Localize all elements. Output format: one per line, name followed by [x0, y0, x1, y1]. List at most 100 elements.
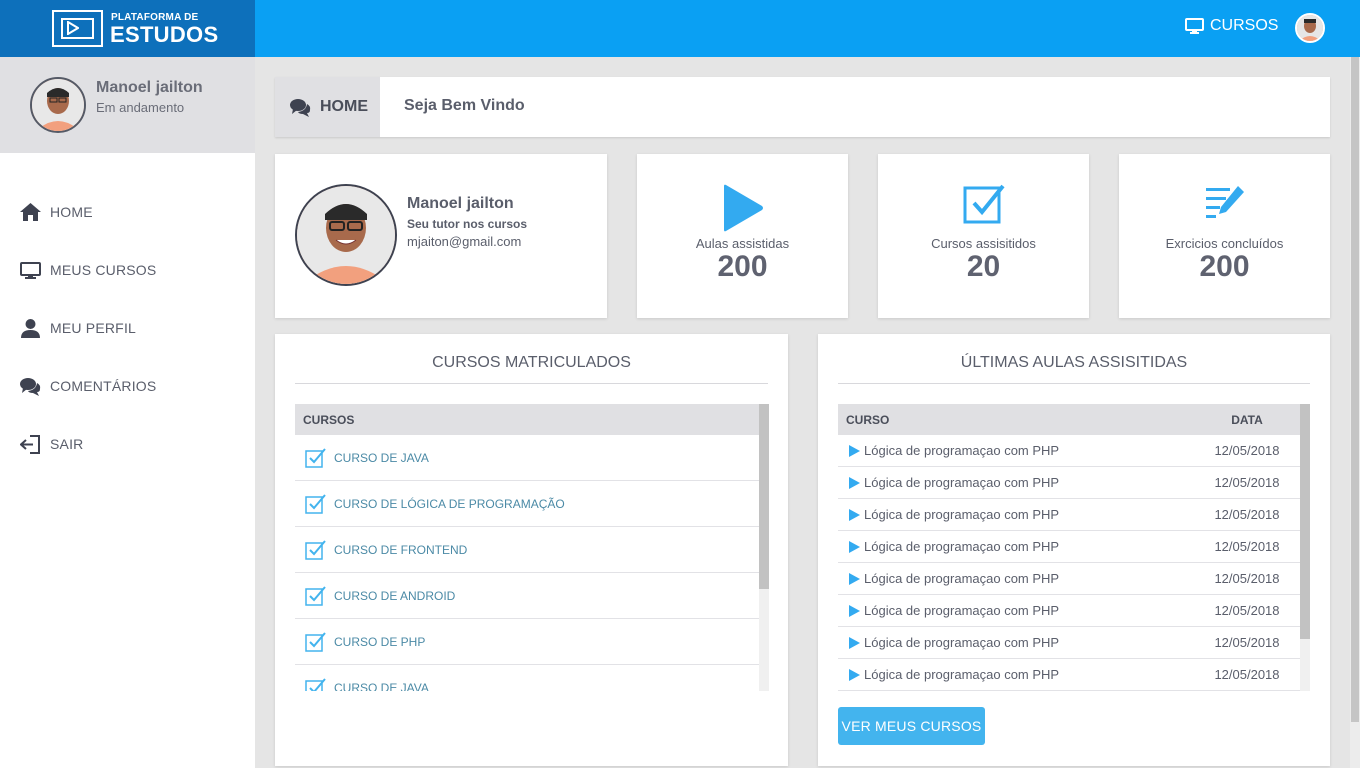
scrollbar-thumb[interactable] [1351, 57, 1359, 722]
checkbox-icon [305, 585, 326, 606]
brand-big-text: ESTUDOS [110, 22, 219, 47]
play-icon [848, 668, 860, 681]
stat-card-cursos: Cursos assisitidos 20 [878, 154, 1089, 318]
table-row[interactable]: Lógica de programaçao com PHP 12/05/2018 [838, 595, 1300, 627]
sidebar-item-label: MEU PERFIL [50, 320, 137, 336]
course-name: CURSO DE ANDROID [334, 588, 456, 603]
sidebar-nav: HOME MEUS CURSOS MEU PERFIL COMENTÁRIOS … [0, 183, 255, 473]
monitor-icon [20, 261, 41, 279]
course-name: CURSO DE JAVA [334, 450, 429, 465]
play-icon [848, 604, 860, 617]
comments-icon [290, 98, 311, 117]
table-row[interactable]: CURSO DE ANDROID [295, 573, 759, 619]
course-name: CURSO DE FRONTEND [334, 542, 468, 557]
lesson-name: Lógica de programaçao com PHP [864, 443, 1060, 458]
sidebar-item-meu-perfil[interactable]: MEU PERFIL [0, 299, 255, 357]
top-bar: PLATAFORMA DE ESTUDOS CURSOS [0, 0, 1360, 57]
course-name: CURSO DE PHP [334, 634, 426, 649]
brand-logo[interactable]: PLATAFORMA DE ESTUDOS [0, 0, 255, 57]
table-row[interactable]: Lógica de programaçao com PHP 12/05/2018 [838, 499, 1300, 531]
page-scrollbar[interactable] [1350, 57, 1360, 768]
stat-value: 200 [717, 250, 768, 283]
panel-title: CURSOS MATRICULADOS [295, 354, 768, 384]
sidebar-user-status: Em andamento [96, 100, 185, 115]
table-row[interactable]: Lógica de programaçao com PHP 12/05/2018 [838, 435, 1300, 467]
sidebar-item-label: SAIR [50, 436, 84, 452]
checkbox-icon [305, 493, 326, 514]
aulas-table[interactable]: CURSO DATA Lógica de programaçao com PHP… [838, 404, 1300, 691]
lesson-name: Lógica de programaçao com PHP [864, 635, 1060, 650]
lesson-date: 12/05/2018 [1214, 443, 1280, 458]
table-row[interactable]: CURSO DE FRONTEND [295, 527, 759, 573]
sidebar-item-comentarios[interactable]: COMENTÁRIOS [0, 357, 255, 415]
lesson-name: Lógica de programaçao com PHP [864, 571, 1060, 586]
top-cursos-label: CURSOS [1210, 17, 1279, 34]
cursos-table[interactable]: CURSOS CURSO DE JAVA CURSO DE LÓGICA DE … [295, 404, 759, 691]
stat-label: Cursos assisitidos [931, 236, 1036, 251]
sidebar-item-sair[interactable]: SAIR [0, 415, 255, 473]
lesson-name: Lógica de programaçao com PHP [864, 475, 1060, 490]
lesson-name: Lógica de programaçao com PHP [864, 603, 1060, 618]
scrollbar-thumb[interactable] [759, 404, 769, 589]
play-icon [848, 444, 860, 457]
home-icon [20, 203, 41, 221]
stat-label: Aulas assistidas [695, 236, 790, 251]
lesson-name: Lógica de programaçao com PHP [864, 507, 1060, 522]
sidebar-item-meus-cursos[interactable]: MEUS CURSOS [0, 241, 255, 299]
lesson-date: 12/05/2018 [1214, 475, 1280, 490]
stat-value: 200 [1199, 250, 1250, 283]
sidebar-item-label: COMENTÁRIOS [50, 378, 157, 394]
play-icon [723, 184, 763, 232]
ultimas-aulas-panel: ÚLTIMAS AULAS ASSISITIDAS CURSO DATA Lóg… [818, 334, 1330, 766]
breadcrumb[interactable]: HOME [275, 77, 380, 137]
play-icon [848, 508, 860, 521]
top-cursos-link[interactable]: CURSOS [1185, 17, 1278, 35]
table-row[interactable]: Lógica de programaçao com PHP 12/05/2018 [838, 627, 1300, 659]
sign-out-icon [20, 434, 40, 454]
lesson-date: 12/05/2018 [1214, 507, 1280, 522]
lesson-date: 12/05/2018 [1214, 635, 1280, 650]
tutor-profile-card: Manoel jailton Seu tutor nos cursos mjai… [275, 154, 607, 318]
page-header: HOME Seja Bem Vindo [275, 77, 1330, 137]
table-row[interactable]: CURSO DE PHP [295, 619, 759, 665]
table-header: CURSO DATA [838, 404, 1300, 435]
table-row[interactable]: Lógica de programaçao com PHP 12/05/2018 [838, 531, 1300, 563]
cursos-matriculados-panel: CURSOS MATRICULADOS CURSOS CURSO DE JAVA… [275, 334, 788, 766]
table-row[interactable]: CURSO DE LÓGICA DE PROGRAMAÇÃO [295, 481, 759, 527]
sidebar: Manoel jailton Em andamento HOME MEUS CU… [0, 57, 255, 768]
lesson-date: 12/05/2018 [1214, 603, 1280, 618]
user-avatar[interactable] [1295, 13, 1325, 43]
user-icon [21, 318, 40, 338]
tutor-subtitle: Seu tutor nos cursos [407, 217, 528, 231]
breadcrumb-home-label: HOME [320, 98, 368, 115]
panel-title: ÚLTIMAS AULAS ASSISITIDAS [838, 354, 1310, 384]
table-row[interactable]: CURSO DE JAVA [295, 665, 759, 691]
stat-card-exercicios: Exrcicios concluídos 200 [1119, 154, 1330, 318]
lesson-name: Lógica de programaçao com PHP [864, 667, 1060, 682]
edit-list-icon [1205, 186, 1244, 218]
stat-label: Exrcicios concluídos [1165, 236, 1284, 251]
stat-card-aulas: Aulas assistidas 200 [637, 154, 848, 318]
aulas-scrollbar[interactable] [1300, 404, 1310, 691]
scrollbar-thumb[interactable] [1300, 404, 1310, 639]
checkbox-icon [305, 539, 326, 560]
play-icon [848, 572, 860, 585]
table-row[interactable]: CURSO DE JAVA [295, 435, 759, 481]
page-title: Seja Bem Vindo [404, 97, 525, 114]
cursos-scrollbar[interactable] [759, 404, 769, 691]
stat-value: 20 [966, 250, 1001, 283]
lesson-name: Lógica de programaçao com PHP [864, 539, 1060, 554]
table-row[interactable]: Lógica de programaçao com PHP 12/05/2018 [838, 563, 1300, 595]
comments-icon [20, 377, 41, 396]
checkbox-icon [305, 631, 326, 652]
column-header-curso: CURSO [846, 412, 890, 427]
sidebar-item-home[interactable]: HOME [0, 183, 255, 241]
table-row[interactable]: Lógica de programaçao com PHP 12/05/2018 [838, 467, 1300, 499]
monitor-icon [1185, 17, 1204, 34]
ver-meus-cursos-button[interactable]: VER MEUS CURSOS [838, 707, 985, 745]
sidebar-profile: Manoel jailton Em andamento [0, 57, 255, 153]
sidebar-user-name: Manoel jailton [96, 79, 203, 96]
lesson-date: 12/05/2018 [1214, 539, 1280, 554]
checkbox-icon [963, 184, 1005, 224]
table-row[interactable]: Lógica de programaçao com PHP 12/05/2018 [838, 659, 1300, 691]
